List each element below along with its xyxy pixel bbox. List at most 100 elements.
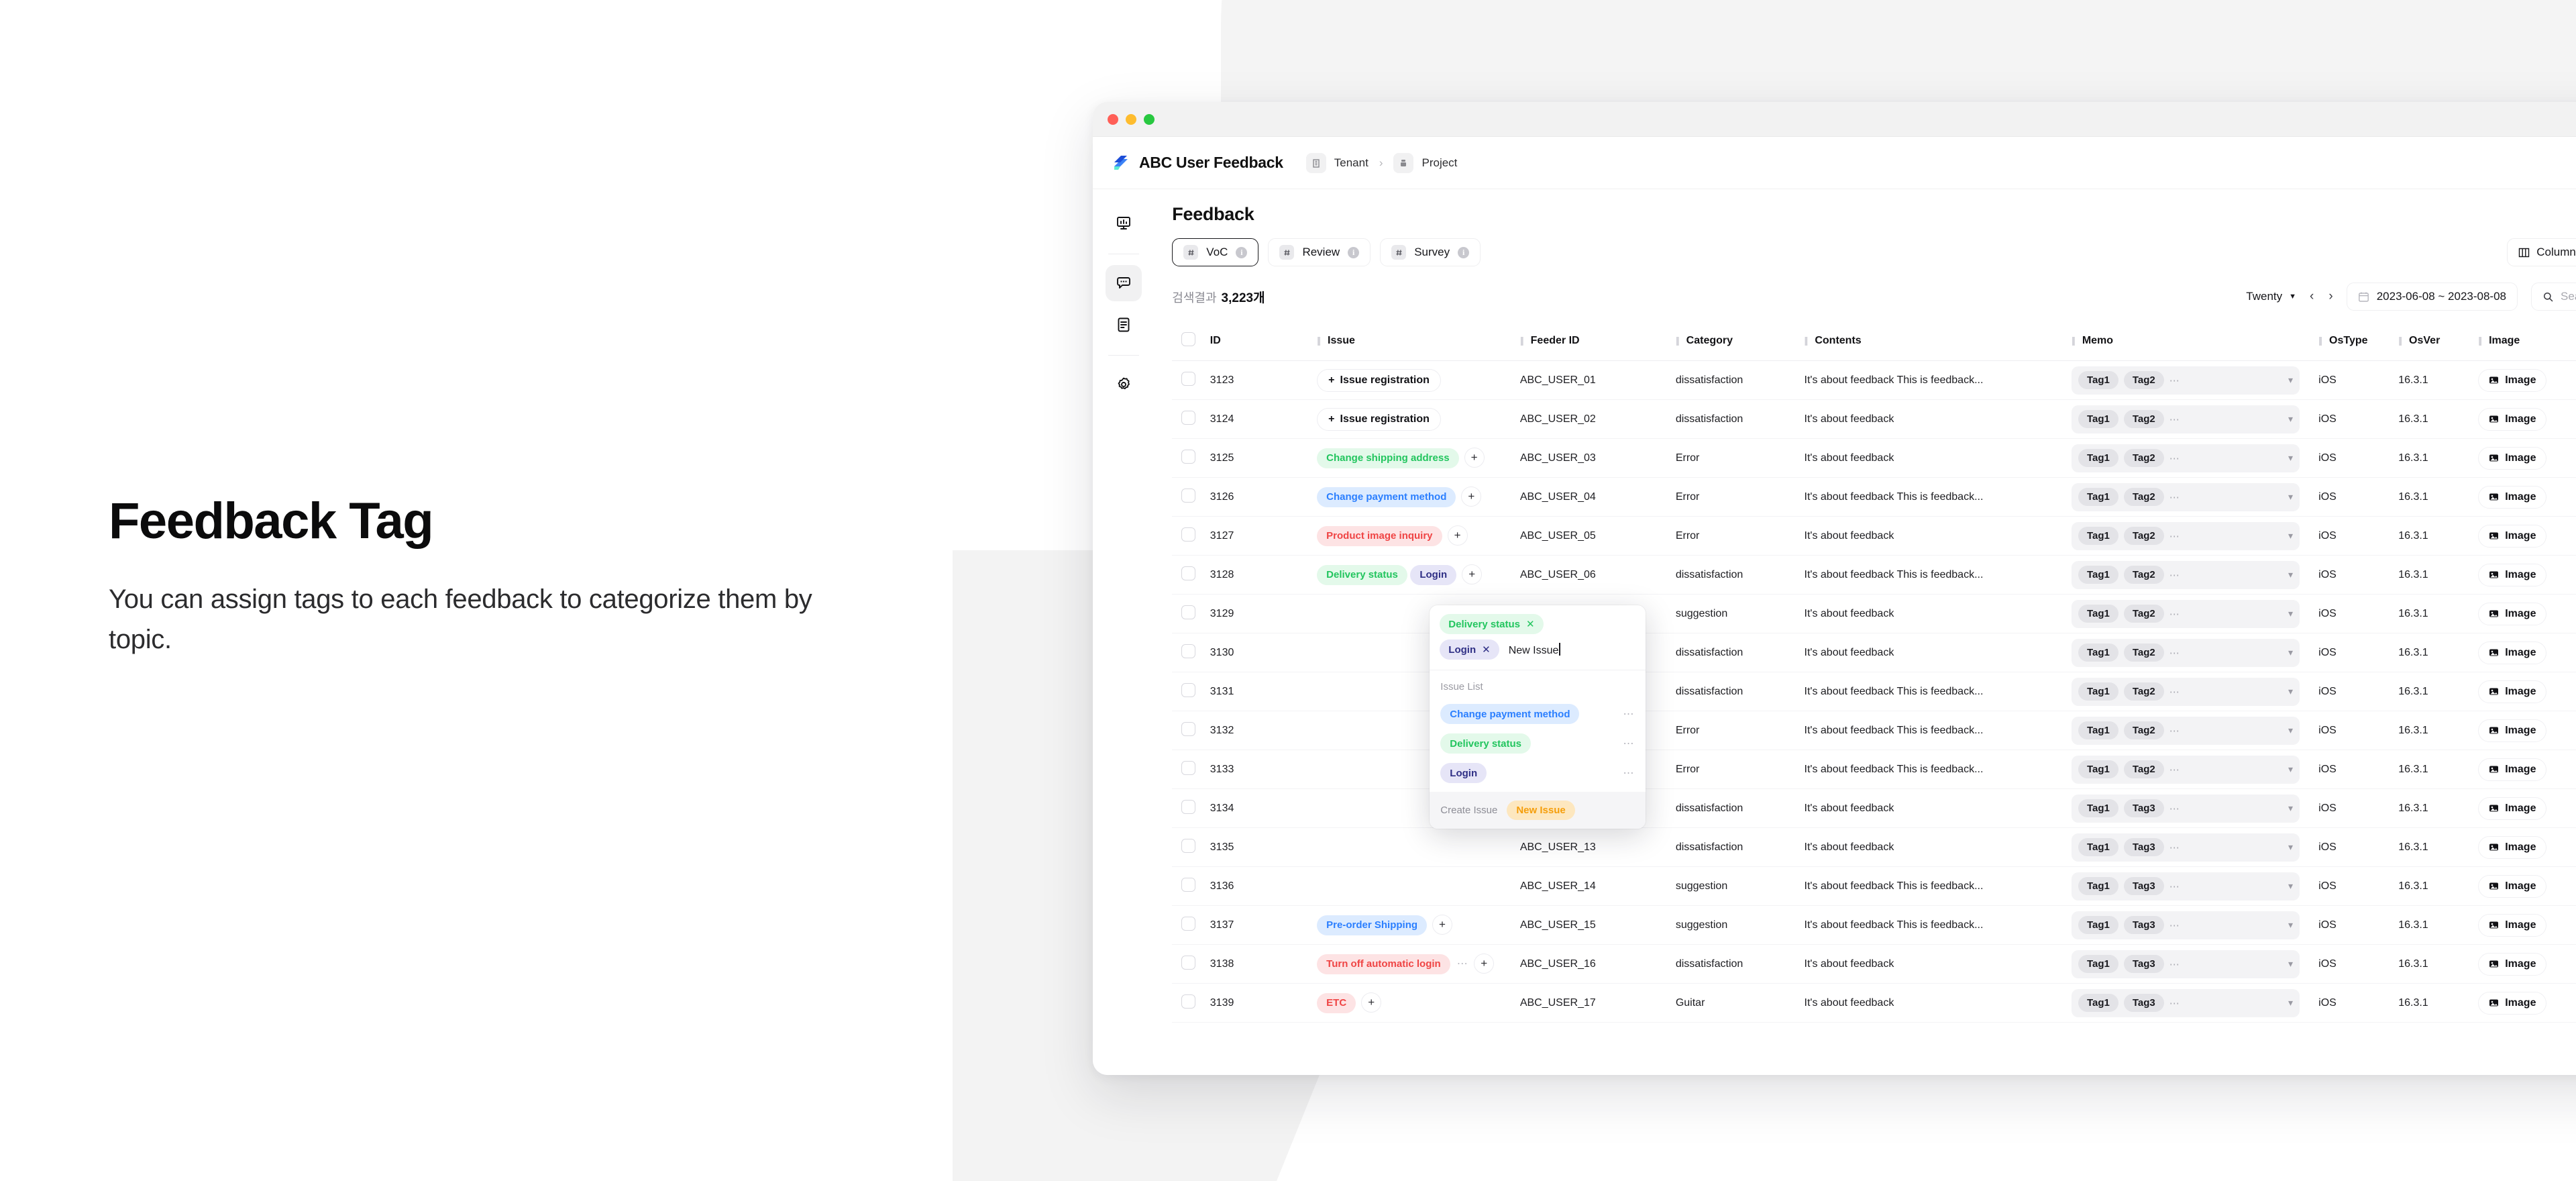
image-chip[interactable]: Image — [2478, 407, 2547, 431]
add-issue-button[interactable]: + — [1361, 992, 1382, 1013]
create-issue-footer[interactable]: Create Issue New Issue — [1430, 792, 1646, 829]
issue-registration-button[interactable]: + Issue registration — [1317, 407, 1441, 431]
memo-cell[interactable]: Tag1 Tag3 ⋯ ▾ — [2071, 794, 2300, 823]
row-checkbox[interactable] — [1181, 410, 1196, 425]
sidebar-item-dashboard[interactable] — [1106, 205, 1142, 242]
breadcrumb-project[interactable]: Project — [1421, 156, 1457, 170]
memo-tag[interactable]: Tag1 — [2078, 605, 2118, 623]
chevron-down-icon[interactable]: ▾ — [2288, 647, 2293, 658]
memo-tag[interactable]: Tag3 — [2123, 916, 2164, 934]
table-row[interactable]: 3133ABC_USER_11ErrorIt's about feedback … — [1172, 750, 2576, 789]
th-feeder-id[interactable]: || Feeder ID — [1519, 323, 1676, 361]
memo-tag[interactable]: Tag1 — [2078, 994, 2118, 1012]
more-memo-icon[interactable]: ⋯ — [2169, 997, 2181, 1009]
issue-tag[interactable]: Product image inquiry — [1317, 525, 1442, 546]
memo-cell[interactable]: Tag1 Tag2 ⋯ ▾ — [2071, 521, 2300, 550]
memo-tag[interactable]: Tag2 — [2123, 371, 2164, 389]
memo-tag[interactable]: Tag1 — [2078, 877, 2118, 895]
image-chip[interactable]: Image — [2478, 602, 2547, 625]
chevron-down-icon[interactable]: ▾ — [2288, 880, 2293, 892]
memo-tag[interactable]: Tag1 — [2078, 527, 2118, 545]
column-grip-icon[interactable]: || — [1520, 335, 1524, 346]
more-options-icon[interactable]: ⋯ — [1623, 737, 1635, 750]
memo-tag[interactable]: Tag1 — [2078, 644, 2118, 662]
remove-tag-icon[interactable]: ✕ — [1482, 644, 1491, 656]
th-contents[interactable]: || Contents — [1804, 323, 2072, 361]
table-row[interactable]: 3137 Pre-order Shipping + ABC_USER_15 sugges… — [1172, 905, 2576, 945]
th-id[interactable]: ID — [1210, 323, 1318, 361]
memo-cell[interactable]: Tag1 Tag2 ⋯ ▾ — [2071, 366, 2300, 395]
image-chip[interactable]: Image — [2478, 680, 2547, 703]
table-row[interactable]: 3134ABC_USER_12dissatisfactionIt's about… — [1172, 788, 2576, 828]
row-checkbox[interactable] — [1181, 682, 1196, 697]
sidebar-item-settings[interactable] — [1106, 366, 1142, 403]
more-options-icon[interactable]: ⋯ — [1623, 707, 1635, 721]
more-memo-icon[interactable]: ⋯ — [2169, 530, 2181, 542]
memo-cell[interactable]: Tag1 Tag2 ⋯ ▾ — [2071, 755, 2300, 784]
more-memo-icon[interactable]: ⋯ — [2169, 803, 2181, 815]
issue-tag[interactable]: ETC — [1317, 992, 1356, 1013]
memo-tag[interactable]: Tag2 — [2123, 566, 2164, 584]
row-checkbox[interactable] — [1181, 721, 1196, 736]
column-settings-button[interactable]: Column Settings — [2507, 238, 2576, 266]
memo-cell[interactable]: Tag1 Tag3 ⋯ ▾ — [2071, 872, 2300, 901]
zoom-window-button[interactable] — [1144, 113, 1155, 125]
more-memo-icon[interactable]: ⋯ — [2169, 452, 2181, 464]
row-checkbox[interactable] — [1181, 760, 1196, 775]
table-row[interactable]: 3125 Change shipping address + ABC_USER_03 E… — [1172, 438, 2576, 478]
issue-tag[interactable]: Pre-order Shipping — [1317, 915, 1428, 935]
remove-tag-icon[interactable]: ✕ — [1526, 618, 1535, 630]
add-issue-button[interactable]: + — [1462, 564, 1483, 585]
memo-tag[interactable]: Tag1 — [2078, 838, 2118, 856]
table-row[interactable]: 3131ABC_USER_09dissatisfactionIt's about… — [1172, 672, 2576, 711]
chevron-down-icon[interactable]: ▾ — [2288, 764, 2293, 775]
info-icon[interactable]: i — [1348, 246, 1360, 258]
memo-tag[interactable]: Tag2 — [2123, 760, 2164, 778]
row-checkbox[interactable] — [1181, 566, 1196, 580]
sidebar-item-feedback[interactable] — [1106, 265, 1142, 301]
row-checkbox[interactable] — [1181, 605, 1196, 619]
chevron-down-icon[interactable]: ▾ — [2288, 452, 2293, 464]
memo-tag[interactable]: Tag3 — [2123, 799, 2164, 817]
chevron-down-icon[interactable]: ▾ — [2288, 530, 2293, 542]
issue-option-change-payment-method[interactable]: Change payment method ⋯ — [1430, 699, 1646, 729]
memo-cell[interactable]: Tag1 Tag2 ⋯ ▾ — [2071, 560, 2300, 589]
chevron-down-icon[interactable]: ▾ — [2288, 958, 2293, 970]
th-category[interactable]: || Category — [1675, 323, 1805, 361]
more-memo-icon[interactable]: ⋯ — [2169, 841, 2181, 854]
memo-tag[interactable]: Tag3 — [2123, 955, 2164, 973]
row-checkbox[interactable] — [1181, 644, 1196, 658]
row-checkbox[interactable] — [1181, 994, 1196, 1009]
image-chip[interactable]: Image — [2478, 719, 2547, 742]
more-memo-icon[interactable]: ⋯ — [2169, 569, 2181, 581]
image-chip[interactable]: Image — [2478, 641, 2547, 664]
select-all-checkbox[interactable] — [1181, 332, 1196, 346]
selected-tag-login[interactable]: Login ✕ — [1440, 639, 1499, 660]
table-row[interactable]: 3128 Delivery status Login + ABC_USER_06 dis… — [1172, 555, 2576, 595]
memo-tag[interactable]: Tag2 — [2123, 682, 2164, 701]
memo-cell[interactable]: Tag1 Tag3 ⋯ ▾ — [2071, 949, 2300, 978]
row-checkbox[interactable] — [1181, 371, 1196, 386]
chevron-down-icon[interactable]: ▾ — [2288, 997, 2293, 1009]
next-page-button[interactable]: › — [2328, 289, 2332, 304]
tag-text-input[interactable]: New Issue — [1509, 642, 1560, 657]
table-row[interactable]: 3139 ETC + ABC_USER_17 Guitar It's about feed… — [1172, 983, 2576, 1023]
memo-tag[interactable]: Tag1 — [2078, 488, 2118, 506]
th-osver[interactable]: || OsVer — [2398, 323, 2479, 361]
memo-cell[interactable]: Tag1 Tag2 ⋯ ▾ — [2071, 677, 2300, 706]
chevron-down-icon[interactable]: ▾ — [2288, 413, 2293, 425]
selected-tag-delivery-status[interactable]: Delivery status ✕ — [1440, 614, 1544, 634]
column-grip-icon[interactable]: || — [1805, 335, 1809, 346]
memo-cell[interactable]: Tag1 Tag2 ⋯ ▾ — [2071, 716, 2300, 745]
add-issue-button[interactable]: + — [1464, 448, 1485, 468]
chevron-down-icon[interactable]: ▾ — [2288, 608, 2293, 619]
per-page-dropdown[interactable]: Twenty ▼ — [2246, 290, 2296, 303]
image-chip[interactable]: Image — [2478, 874, 2547, 898]
memo-tag[interactable]: Tag2 — [2123, 527, 2164, 545]
image-chip[interactable]: Image — [2478, 835, 2547, 859]
issue-option-delivery-status[interactable]: Delivery status ⋯ — [1430, 729, 1646, 758]
image-chip[interactable]: Image — [2478, 991, 2547, 1015]
memo-tag[interactable]: Tag1 — [2078, 371, 2118, 389]
memo-tag[interactable]: Tag1 — [2078, 682, 2118, 701]
issue-tag[interactable]: Change shipping address — [1317, 448, 1459, 468]
